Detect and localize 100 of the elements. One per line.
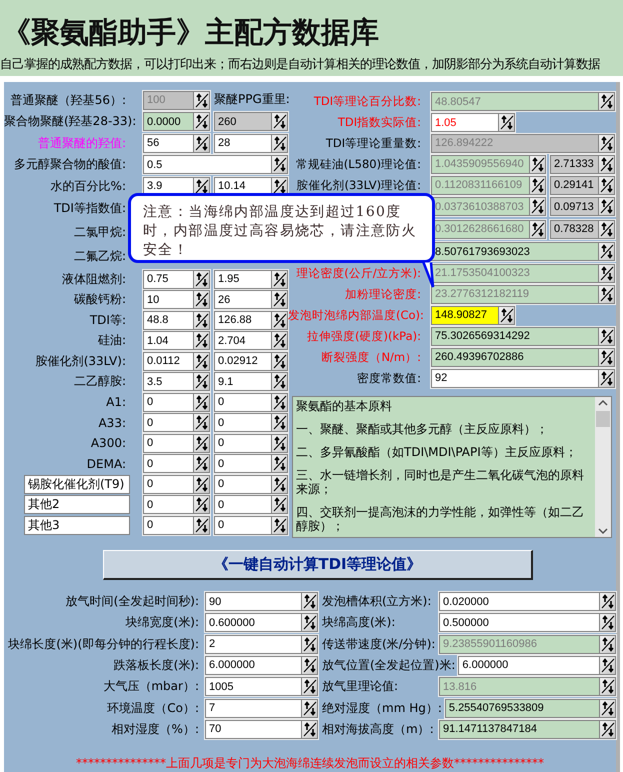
spin-button[interactable] [599, 720, 615, 738]
spin-button[interactable] [529, 156, 545, 173]
spin-button[interactable] [193, 352, 209, 370]
number-field[interactable]: 2.71333 [550, 154, 615, 174]
spin-button[interactable] [271, 156, 287, 174]
spin-button[interactable] [193, 496, 209, 514]
number-field[interactable]: 8.50761793693023 [431, 242, 615, 262]
number-field[interactable]: 0.02912 [214, 352, 288, 371]
spin-button[interactable] [301, 636, 317, 653]
name-field[interactable]: 其他2 [24, 495, 130, 514]
spin-button[interactable] [301, 700, 317, 717]
number-field[interactable]: 0.29141 [550, 176, 615, 195]
spin-button[interactable] [271, 291, 287, 308]
number-field[interactable]: 0 [214, 434, 288, 453]
number-field[interactable]: 9.1 [214, 372, 288, 392]
spin-button[interactable] [598, 243, 614, 260]
number-field[interactable]: 0 [143, 413, 210, 432]
number-field[interactable]: 0.500000 [439, 613, 616, 632]
spin-button[interactable] [599, 678, 615, 696]
spin-button[interactable] [599, 700, 615, 717]
spin-button[interactable] [271, 496, 287, 514]
spin-button[interactable] [271, 394, 287, 411]
number-field[interactable]: 7 [205, 698, 318, 718]
number-field[interactable]: 0 [214, 392, 288, 412]
number-field[interactable]: 1.95 [214, 270, 288, 289]
spin-button[interactable] [301, 614, 317, 632]
spin-button[interactable] [271, 476, 287, 493]
spin-button[interactable] [529, 220, 545, 238]
spin-button[interactable] [193, 373, 209, 390]
spin-button[interactable] [598, 176, 614, 194]
spin-button[interactable] [271, 414, 287, 432]
number-field[interactable]: 0 [143, 392, 210, 412]
spin-button[interactable] [271, 434, 287, 452]
spin-button[interactable] [193, 134, 209, 152]
number-field[interactable]: 0 [143, 516, 210, 535]
spin-button[interactable] [193, 113, 209, 130]
spin-button[interactable] [271, 312, 287, 329]
spin-button[interactable] [599, 593, 615, 610]
notes-textarea[interactable]: 聚氨酯的基本原料 一、聚醚、聚酯或其他多元醇（主反应原料）； 二、多异氰酸酯（如TDI\MDI\PAPI等）主反应原料； 三、水一链增长剂，同时也是产生二氧化碳气泡的原料来源； 四、交联剂一提高泡沫的力学性能，如弹性等（如二乙醇胺）； [292, 396, 612, 538]
spin-button[interactable] [598, 328, 614, 345]
number-field[interactable]: 10 [143, 290, 210, 310]
number-field[interactable]: 0 [214, 454, 288, 474]
spin-button[interactable] [529, 198, 545, 216]
number-field[interactable]: 28 [214, 134, 288, 153]
number-field[interactable]: 0 [214, 413, 288, 432]
spin-button[interactable] [193, 394, 209, 411]
number-field[interactable]: 0 [214, 474, 288, 494]
spin-button[interactable] [193, 270, 209, 288]
number-field[interactable]: 0.0112 [143, 352, 210, 371]
spin-button[interactable] [193, 92, 209, 109]
spin-button[interactable] [193, 332, 209, 350]
spin-button[interactable] [301, 720, 317, 738]
number-field[interactable]: 126.88 [214, 310, 288, 330]
number-field[interactable]: 75.3026569314292 [431, 326, 615, 346]
number-field[interactable]: 5.25540769533809 [444, 698, 616, 718]
spin-button[interactable] [599, 636, 615, 653]
number-field[interactable]: 56 [143, 134, 210, 153]
spin-button[interactable] [598, 93, 614, 110]
scrollbar[interactable] [595, 396, 611, 537]
number-field[interactable]: 6.000000 [205, 656, 318, 675]
number-field[interactable]: 91.1471137847184 [439, 720, 616, 739]
calculate-button[interactable]: 《一键自动计算TDI等理论值》 [103, 550, 533, 580]
spin-button[interactable] [301, 593, 317, 610]
spin-button[interactable] [271, 134, 287, 152]
number-field[interactable]: 3.5 [143, 372, 210, 392]
number-field[interactable]: 0 [143, 474, 210, 494]
number-field[interactable]: 0.020000 [439, 592, 616, 612]
number-field[interactable]: 148.90827 [431, 306, 515, 325]
number-field[interactable]: 0.09713 [550, 197, 615, 216]
number-field[interactable]: 2 [205, 634, 318, 654]
spin-button[interactable] [598, 348, 614, 366]
number-field[interactable]: 26 [214, 290, 288, 310]
spin-button[interactable] [271, 113, 287, 130]
spin-button[interactable] [271, 373, 287, 390]
spin-button[interactable] [498, 306, 514, 324]
number-field[interactable]: 0 [214, 516, 288, 535]
spin-button[interactable] [271, 270, 287, 288]
number-field[interactable]: 0.600000 [205, 613, 318, 632]
number-field[interactable]: 1005 [205, 677, 318, 696]
number-field[interactable]: 0.0000 [143, 112, 210, 132]
spin-button[interactable] [193, 434, 209, 452]
number-field[interactable]: 92 [431, 368, 615, 388]
spin-button[interactable] [301, 656, 317, 674]
spin-button[interactable] [498, 114, 514, 132]
spin-button[interactable] [193, 455, 209, 472]
spin-button[interactable] [598, 370, 614, 387]
number-field[interactable]: 0 [143, 495, 210, 514]
number-field[interactable]: 48.8 [143, 310, 210, 330]
name-field[interactable]: 锡胺化催化剂(T9) [24, 474, 130, 494]
spin-button[interactable] [599, 614, 615, 632]
number-field[interactable]: 0.78328 [550, 220, 615, 239]
number-field[interactable]: 1.05 [431, 113, 515, 132]
number-field[interactable]: 6.000000 [458, 656, 616, 675]
spin-button[interactable] [598, 286, 614, 303]
number-field[interactable]: 0.5 [143, 155, 288, 174]
number-field[interactable]: 0 [143, 454, 210, 474]
spin-button[interactable] [271, 352, 287, 370]
spin-button[interactable] [271, 455, 287, 472]
spin-button[interactable] [271, 516, 287, 534]
spin-button[interactable] [301, 678, 317, 696]
